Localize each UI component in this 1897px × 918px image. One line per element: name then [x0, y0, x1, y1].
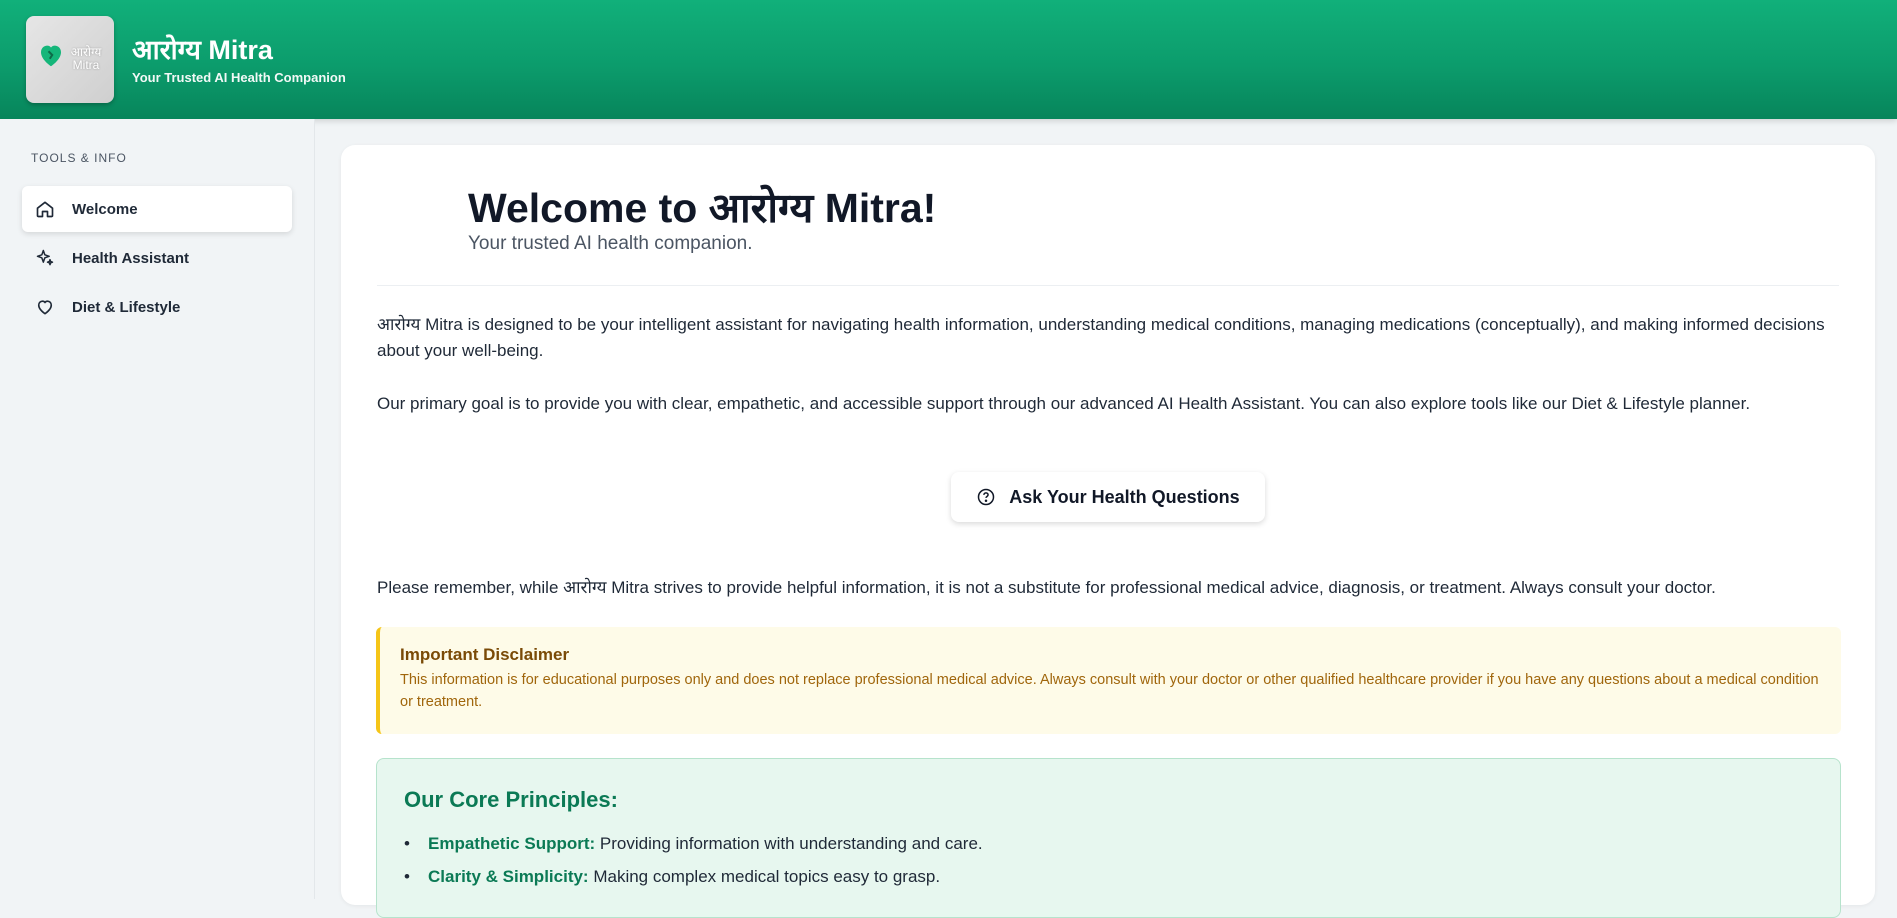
principles-title: Our Core Principles:: [404, 787, 618, 812]
disclaimer-box: Important Disclaimer This information is…: [376, 627, 1841, 734]
app-logo[interactable]: आरोग्य Mitra: [26, 16, 114, 103]
page-subtitle: Your trusted AI health companion.: [468, 233, 753, 254]
brand: आरोग्य Mitra Your Trusted AI Health Comp…: [132, 34, 346, 85]
principle-label: Clarity & Simplicity:: [428, 867, 589, 886]
app-title: आरोग्य Mitra: [132, 35, 273, 65]
home-icon: [36, 201, 54, 218]
sidebar-item-health-assistant[interactable]: Health Assistant: [22, 235, 292, 281]
logo-text: आरोग्य Mitra: [70, 45, 102, 72]
sidebar-item-welcome[interactable]: Welcome: [22, 186, 292, 232]
list-item: Empathetic Support: Providing informatio…: [404, 827, 1813, 860]
goal-paragraph: Our primary goal is to provide you with …: [377, 394, 1751, 413]
list-item: Clarity & Simplicity: Making complex med…: [404, 860, 1813, 893]
sidebar-item-label: Diet & Lifestyle: [72, 298, 181, 316]
question-circle-icon: [978, 488, 995, 506]
main-content: Welcome to आरोग्य Mitra! Your trusted AI…: [341, 145, 1875, 918]
principles-list: Empathetic Support: Providing informatio…: [404, 827, 1813, 893]
sidebar-item-label: Health Assistant: [72, 249, 189, 267]
principle-label: Empathetic Support:: [428, 834, 596, 853]
sparkle-icon: [36, 249, 54, 266]
heart-logo-icon: [41, 45, 61, 67]
disclaimer-text: This information is for educational purp…: [400, 672, 1819, 710]
disclaimer-title: Important Disclaimer: [400, 645, 570, 664]
app-header: आरोग्य Mitra आरोग्य Mitra Your Trusted A…: [0, 0, 1897, 119]
ask-health-questions-button[interactable]: Ask Your Health Questions: [951, 472, 1265, 522]
page-title: Welcome to आरोग्य Mitra!: [468, 185, 937, 231]
cta-label: Ask Your Health Questions: [1009, 486, 1240, 507]
sidebar-item-diet-lifestyle[interactable]: Diet & Lifestyle: [22, 284, 292, 330]
sidebar-heading: TOOLS & INFO: [31, 151, 127, 165]
app-tagline: Your Trusted AI Health Companion: [132, 70, 346, 85]
reminder-paragraph: Please remember, while आरोग्य Mitra stri…: [377, 578, 1716, 597]
principle-text: Providing information with understanding…: [595, 834, 983, 853]
principle-text: Making complex medical topics easy to gr…: [588, 867, 941, 886]
intro-paragraph: आरोग्य Mitra is designed to be your inte…: [377, 315, 1825, 360]
heart-icon: [37, 300, 53, 315]
divider: [377, 285, 1839, 286]
sidebar-item-label: Welcome: [72, 200, 138, 218]
sidebar: TOOLS & INFO Welcome Health Assistant Di…: [0, 119, 315, 899]
core-principles-box: Our Core Principles: Empathetic Support:…: [376, 758, 1841, 918]
